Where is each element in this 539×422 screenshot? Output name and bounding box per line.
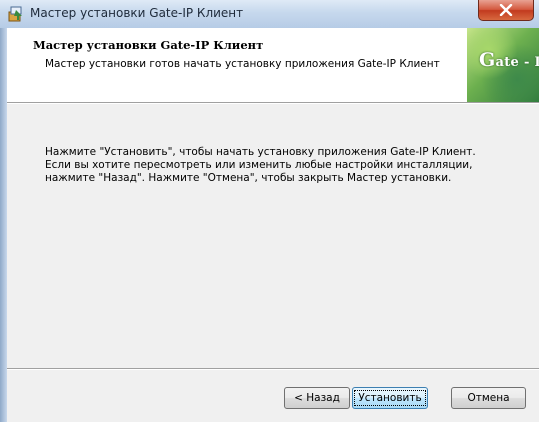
install-button[interactable]: Установить [352,387,428,409]
header-subtitle: Мастер установки готов начать установку … [45,58,440,70]
header-title: Мастер установки Gate-IP Клиент [33,38,264,52]
close-icon [499,4,513,16]
title-bar[interactable]: Мастер установки Gate-IP Клиент [0,0,539,29]
window-title: Мастер установки Gate-IP Клиент [30,6,244,20]
instruction-line-1: Нажмите "Установить", чтобы начать устан… [45,146,476,158]
header-banner: Мастер установки Gate-IP Клиент Мастер у… [7,28,539,102]
logo-initial: G [479,49,496,71]
logo-rest: ate - IP [495,55,539,70]
installer-icon [7,5,25,23]
gate-ip-logo: Gate - IP [467,28,539,102]
install-button-label: Установить [354,390,426,406]
window-frame-left [0,28,7,422]
close-button[interactable] [478,0,534,21]
cancel-button[interactable]: Отмена [451,387,526,409]
instruction-line-3: нажмите "Назад". Нажмите "Отмена", чтобы… [45,172,452,184]
instruction-text: Нажмите "Установить", чтобы начать устан… [45,146,525,185]
logo-text: Gate - IP [479,49,539,71]
footer-divider [7,368,539,370]
back-button[interactable]: < Назад [284,387,350,409]
instruction-line-2: Если вы хотите пересмотреть или изменить… [45,159,473,171]
